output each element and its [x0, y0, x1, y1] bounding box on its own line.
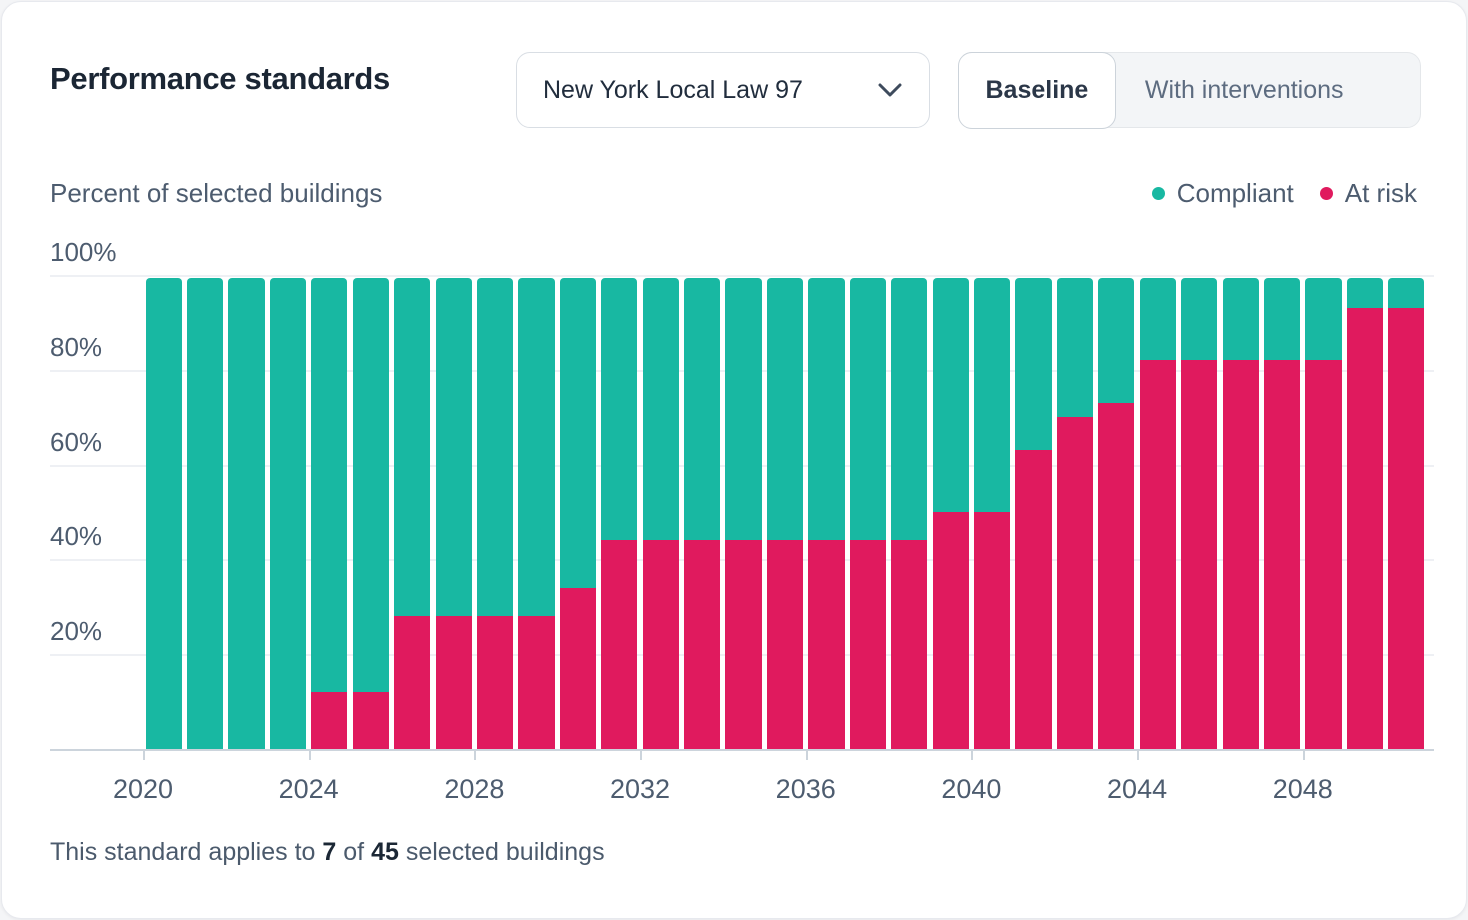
bar-2046-at-risk[interactable] — [1222, 360, 1259, 749]
x-axis-label-2044: 2044 — [1107, 774, 1168, 804]
bar-2038-at-risk[interactable] — [891, 540, 928, 749]
bar-2024-at-risk[interactable] — [311, 692, 348, 749]
bar-2020-compliant[interactable] — [145, 278, 182, 749]
bar-2048-compliant[interactable] — [1305, 278, 1342, 361]
bar-2030-at-risk[interactable] — [559, 587, 597, 749]
x-axis-line — [50, 749, 1435, 751]
bar-2034-at-risk[interactable] — [725, 540, 762, 749]
bar-2032-at-risk[interactable] — [642, 540, 679, 749]
footer-note-mid: of — [343, 838, 365, 866]
bar-2044-at-risk[interactable] — [1139, 360, 1176, 749]
bar-2048-at-risk[interactable] — [1305, 360, 1342, 749]
bar-2032-compliant[interactable] — [642, 278, 679, 541]
footer-note-suffix: selected buildings — [405, 838, 605, 866]
y-axis-label-40: 40% — [50, 521, 103, 552]
bar-2046-compliant[interactable] — [1222, 278, 1259, 361]
bar-2033-at-risk[interactable] — [684, 540, 721, 749]
bar-2045-compliant[interactable] — [1181, 278, 1218, 361]
bar-2042-at-risk[interactable] — [1056, 417, 1094, 749]
bar-2038-compliant[interactable] — [891, 278, 928, 541]
x-axis-label-2048: 2048 — [1272, 774, 1333, 804]
bar-2028-at-risk[interactable] — [476, 616, 514, 749]
bar-2041-at-risk[interactable] — [1015, 450, 1052, 749]
x-axis-tick-2032 — [640, 751, 643, 760]
x-axis-label-2028: 2028 — [444, 774, 505, 804]
x-axis-tick-2044 — [1137, 751, 1140, 760]
bar-2031-compliant[interactable] — [601, 278, 638, 541]
x-axis-tick-2020 — [143, 751, 145, 760]
bar-2037-at-risk[interactable] — [849, 540, 886, 749]
x-axis-label-2036: 2036 — [775, 774, 836, 804]
x-axis-label-2020: 2020 — [112, 774, 174, 804]
x-axis-label-2040: 2040 — [941, 774, 1002, 804]
bar-2035-compliant[interactable] — [766, 278, 804, 541]
bar-2021-compliant[interactable] — [187, 278, 224, 749]
y-axis-label-60: 60% — [50, 426, 103, 457]
bar-2029-at-risk[interactable] — [518, 616, 555, 749]
bar-2035-at-risk[interactable] — [766, 540, 804, 749]
footer-note-total: 45 — [371, 838, 399, 866]
bar-2042-compliant[interactable] — [1056, 278, 1094, 418]
bar-2036-compliant[interactable] — [808, 278, 845, 541]
bar-2039-at-risk[interactable] — [932, 512, 969, 749]
x-axis-label-2024: 2024 — [278, 774, 339, 804]
bar-2026-compliant[interactable] — [394, 278, 431, 617]
bar-2047-at-risk[interactable] — [1263, 360, 1301, 749]
bar-2026-at-risk[interactable] — [394, 616, 431, 749]
bar-2029-compliant[interactable] — [518, 278, 555, 617]
y-axis-label-80: 80% — [50, 331, 103, 362]
bar-2050-at-risk[interactable] — [1388, 308, 1425, 749]
chart-plot-area: 20% 40% 60% 80% 100% 2020 2024 2028 2032 2036 2040… — [2, 2, 1466, 918]
bar-2034-compliant[interactable] — [725, 278, 762, 541]
bar-2050-compliant[interactable] — [1388, 278, 1425, 309]
x-axis-tick-2040 — [971, 751, 974, 760]
bar-2036-at-risk[interactable] — [808, 540, 845, 749]
bar-2045-at-risk[interactable] — [1181, 360, 1218, 749]
y-axis-label-100: 100% — [50, 237, 117, 267]
bar-2043-at-risk[interactable] — [1098, 402, 1135, 749]
y-axis-label-20: 20% — [50, 616, 103, 647]
bar-2031-at-risk[interactable] — [601, 540, 638, 749]
bar-2040-compliant[interactable] — [974, 278, 1011, 512]
bar-2044-compliant[interactable] — [1139, 278, 1176, 361]
bar-2024-compliant[interactable] — [311, 278, 348, 693]
x-axis-tick-2024 — [308, 751, 311, 760]
bar-2030-compliant[interactable] — [559, 278, 597, 588]
bar-2049-compliant[interactable] — [1346, 278, 1383, 309]
bar-2033-compliant[interactable] — [684, 278, 721, 541]
bar-2041-compliant[interactable] — [1015, 278, 1052, 451]
x-axis-tick-2028 — [474, 751, 477, 760]
bar-2025-at-risk[interactable] — [352, 692, 389, 749]
bar-2023-compliant[interactable] — [269, 278, 307, 749]
bar-2039-compliant[interactable] — [932, 278, 969, 512]
bar-2047-compliant[interactable] — [1263, 278, 1301, 361]
footer-note-count: 7 — [322, 838, 337, 866]
bar-2027-compliant[interactable] — [435, 278, 472, 617]
footer-note-prefix: This standard applies to — [50, 838, 316, 866]
bar-2040-at-risk[interactable] — [974, 512, 1011, 749]
bar-2043-compliant[interactable] — [1098, 278, 1135, 403]
bar-2027-at-risk[interactable] — [435, 616, 472, 749]
footer-note: This standard applies to 7 of 45 selecte… — [50, 836, 605, 868]
x-axis-tick-2036 — [805, 751, 808, 760]
x-axis-tick-2048 — [1302, 751, 1305, 760]
bar-2025-compliant[interactable] — [352, 278, 389, 693]
x-axis-label-2032: 2032 — [609, 774, 671, 804]
gridline-100 — [50, 275, 1435, 277]
performance-standards-card: Performance standards New York Local Law… — [1, 1, 1467, 919]
bar-2049-at-risk[interactable] — [1346, 308, 1383, 749]
bar-2028-compliant[interactable] — [476, 278, 514, 617]
bar-2022-compliant[interactable] — [228, 278, 265, 749]
bar-2037-compliant[interactable] — [849, 278, 886, 541]
